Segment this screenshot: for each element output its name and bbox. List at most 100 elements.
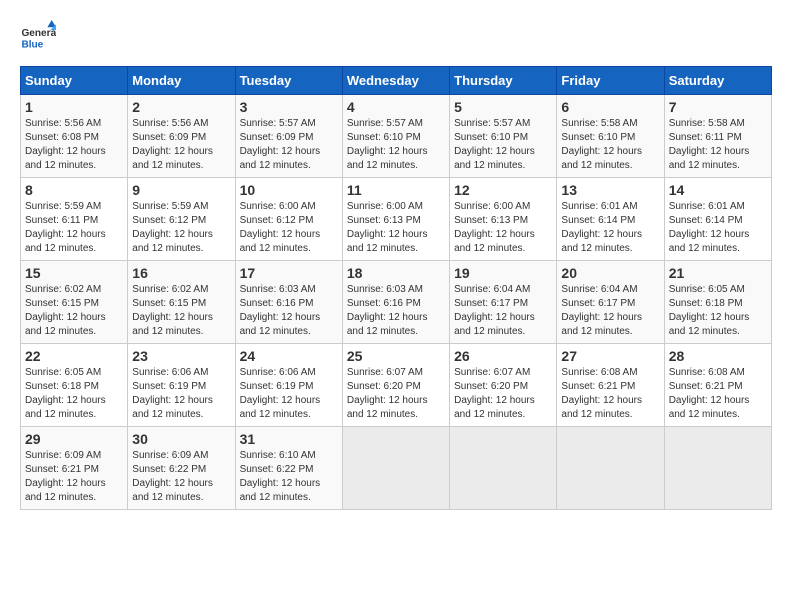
day-info: Sunrise: 6:08 AM Sunset: 6:21 PM Dayligh… — [561, 366, 659, 422]
weekday-header-monday: Monday — [128, 67, 235, 95]
calendar-day-cell: 5 Sunrise: 5:57 AM Sunset: 6:10 PM Daylig… — [450, 95, 557, 178]
day-number: 30 — [132, 431, 230, 447]
day-info: Sunrise: 5:56 AM Sunset: 6:08 PM Dayligh… — [25, 117, 123, 173]
day-number: 3 — [240, 99, 338, 115]
day-info: Sunrise: 5:59 AM Sunset: 6:11 PM Dayligh… — [25, 200, 123, 256]
calendar-day-cell: 28Sunrise: 6:08 AM Sunset: 6:21 PM Dayli… — [664, 344, 771, 427]
weekday-header-wednesday: Wednesday — [342, 67, 449, 95]
calendar-week-row: 8 Sunrise: 5:59 AM Sunset: 6:11 PM Daylig… — [21, 178, 772, 261]
calendar-day-cell: 1 Sunrise: 5:56 AM Sunset: 6:08 PM Daylig… — [21, 95, 128, 178]
calendar-week-row: 1 Sunrise: 5:56 AM Sunset: 6:08 PM Daylig… — [21, 95, 772, 178]
day-info: Sunrise: 6:03 AM Sunset: 6:16 PM Dayligh… — [347, 283, 445, 339]
calendar-day-cell: 6Sunrise: 5:58 AM Sunset: 6:10 PM Daylig… — [557, 95, 664, 178]
day-number: 16 — [132, 265, 230, 281]
calendar-day-cell: 25 Sunrise: 6:07 AM Sunset: 6:20 PM Dayli… — [342, 344, 449, 427]
day-info: Sunrise: 5:56 AM Sunset: 6:09 PM Dayligh… — [132, 117, 230, 173]
calendar-day-cell: 10Sunrise: 6:00 AM Sunset: 6:12 PM Dayli… — [235, 178, 342, 261]
calendar-table: SundayMondayTuesdayWednesdayThursdayFrid… — [20, 66, 772, 510]
svg-text:Blue: Blue — [21, 39, 43, 50]
weekday-header-sunday: Sunday — [21, 67, 128, 95]
day-info: Sunrise: 6:09 AM Sunset: 6:21 PM Dayligh… — [25, 449, 123, 505]
day-number: 10 — [240, 182, 338, 198]
day-info: Sunrise: 6:03 AM Sunset: 6:16 PM Dayligh… — [240, 283, 338, 339]
calendar-week-row: 29 Sunrise: 6:09 AM Sunset: 6:21 PM Dayli… — [21, 427, 772, 510]
calendar-day-cell: 15 Sunrise: 6:02 AM Sunset: 6:15 PM Dayli… — [21, 261, 128, 344]
calendar-day-cell: 7 Sunrise: 5:58 AM Sunset: 6:11 PM Daylig… — [664, 95, 771, 178]
weekday-header-friday: Friday — [557, 67, 664, 95]
calendar-week-row: 22 Sunrise: 6:05 AM Sunset: 6:18 PM Dayli… — [21, 344, 772, 427]
day-info: Sunrise: 5:57 AM Sunset: 6:10 PM Dayligh… — [347, 117, 445, 173]
day-info: Sunrise: 5:58 AM Sunset: 6:11 PM Dayligh… — [669, 117, 767, 173]
day-info: Sunrise: 5:59 AM Sunset: 6:12 PM Dayligh… — [132, 200, 230, 256]
day-info: Sunrise: 6:01 AM Sunset: 6:14 PM Dayligh… — [669, 200, 767, 256]
day-number: 28 — [669, 348, 767, 364]
day-info: Sunrise: 5:57 AM Sunset: 6:09 PM Dayligh… — [240, 117, 338, 173]
calendar-week-row: 15 Sunrise: 6:02 AM Sunset: 6:15 PM Dayli… — [21, 261, 772, 344]
svg-text:General: General — [21, 28, 56, 39]
calendar-day-cell: 18 Sunrise: 6:03 AM Sunset: 6:16 PM Dayli… — [342, 261, 449, 344]
day-info: Sunrise: 6:05 AM Sunset: 6:18 PM Dayligh… — [25, 366, 123, 422]
day-info: Sunrise: 6:09 AM Sunset: 6:22 PM Dayligh… — [132, 449, 230, 505]
day-number: 29 — [25, 431, 123, 447]
calendar-day-cell: 12 Sunrise: 6:00 AM Sunset: 6:13 PM Dayli… — [450, 178, 557, 261]
empty-cell — [557, 427, 664, 510]
day-number: 12 — [454, 182, 552, 198]
calendar-day-cell: 17 Sunrise: 6:03 AM Sunset: 6:16 PM Dayli… — [235, 261, 342, 344]
calendar-day-cell: 24 Sunrise: 6:06 AM Sunset: 6:19 PM Dayli… — [235, 344, 342, 427]
calendar-day-cell: 4 Sunrise: 5:57 AM Sunset: 6:10 PM Daylig… — [342, 95, 449, 178]
calendar-day-cell: 22 Sunrise: 6:05 AM Sunset: 6:18 PM Dayli… — [21, 344, 128, 427]
day-number: 21 — [669, 265, 767, 281]
calendar-day-cell: 21 Sunrise: 6:05 AM Sunset: 6:18 PM Dayli… — [664, 261, 771, 344]
calendar-day-cell: 11 Sunrise: 6:00 AM Sunset: 6:13 PM Dayli… — [342, 178, 449, 261]
weekday-header-row: SundayMondayTuesdayWednesdayThursdayFrid… — [21, 67, 772, 95]
day-info: Sunrise: 6:02 AM Sunset: 6:15 PM Dayligh… — [25, 283, 123, 339]
day-number: 18 — [347, 265, 445, 281]
day-info: Sunrise: 6:07 AM Sunset: 6:20 PM Dayligh… — [347, 366, 445, 422]
day-number: 4 — [347, 99, 445, 115]
day-number: 27 — [561, 348, 659, 364]
day-number: 20 — [561, 265, 659, 281]
day-number: 2 — [132, 99, 230, 115]
day-info: Sunrise: 5:58 AM Sunset: 6:10 PM Dayligh… — [561, 117, 659, 173]
day-info: Sunrise: 6:04 AM Sunset: 6:17 PM Dayligh… — [561, 283, 659, 339]
day-number: 15 — [25, 265, 123, 281]
day-number: 7 — [669, 99, 767, 115]
day-info: Sunrise: 6:05 AM Sunset: 6:18 PM Dayligh… — [669, 283, 767, 339]
calendar-day-cell: 14Sunrise: 6:01 AM Sunset: 6:14 PM Dayli… — [664, 178, 771, 261]
calendar-day-cell: 9 Sunrise: 5:59 AM Sunset: 6:12 PM Daylig… — [128, 178, 235, 261]
day-number: 22 — [25, 348, 123, 364]
day-number: 17 — [240, 265, 338, 281]
calendar-day-cell: 27 Sunrise: 6:08 AM Sunset: 6:21 PM Dayli… — [557, 344, 664, 427]
day-info: Sunrise: 6:00 AM Sunset: 6:13 PM Dayligh… — [454, 200, 552, 256]
day-number: 25 — [347, 348, 445, 364]
day-info: Sunrise: 6:00 AM Sunset: 6:13 PM Dayligh… — [347, 200, 445, 256]
empty-cell — [342, 427, 449, 510]
calendar-day-cell: 26 Sunrise: 6:07 AM Sunset: 6:20 PM Dayli… — [450, 344, 557, 427]
day-number: 9 — [132, 182, 230, 198]
calendar-day-cell: 16 Sunrise: 6:02 AM Sunset: 6:15 PM Dayli… — [128, 261, 235, 344]
weekday-header-thursday: Thursday — [450, 67, 557, 95]
day-number: 26 — [454, 348, 552, 364]
calendar-day-cell: 30 Sunrise: 6:09 AM Sunset: 6:22 PM Dayli… — [128, 427, 235, 510]
header: General Blue — [20, 20, 772, 56]
calendar-day-cell: 23Sunrise: 6:06 AM Sunset: 6:19 PM Dayli… — [128, 344, 235, 427]
calendar-day-cell: 19Sunrise: 6:04 AM Sunset: 6:17 PM Dayli… — [450, 261, 557, 344]
day-info: Sunrise: 6:01 AM Sunset: 6:14 PM Dayligh… — [561, 200, 659, 256]
day-number: 13 — [561, 182, 659, 198]
day-number: 11 — [347, 182, 445, 198]
day-info: Sunrise: 6:07 AM Sunset: 6:20 PM Dayligh… — [454, 366, 552, 422]
calendar-day-cell: 8 Sunrise: 5:59 AM Sunset: 6:11 PM Daylig… — [21, 178, 128, 261]
day-number: 1 — [25, 99, 123, 115]
day-info: Sunrise: 5:57 AM Sunset: 6:10 PM Dayligh… — [454, 117, 552, 173]
day-info: Sunrise: 6:06 AM Sunset: 6:19 PM Dayligh… — [240, 366, 338, 422]
day-number: 24 — [240, 348, 338, 364]
empty-cell — [664, 427, 771, 510]
day-info: Sunrise: 6:02 AM Sunset: 6:15 PM Dayligh… — [132, 283, 230, 339]
day-number: 8 — [25, 182, 123, 198]
day-number: 5 — [454, 99, 552, 115]
day-info: Sunrise: 6:04 AM Sunset: 6:17 PM Dayligh… — [454, 283, 552, 339]
weekday-header-saturday: Saturday — [664, 67, 771, 95]
weekday-header-tuesday: Tuesday — [235, 67, 342, 95]
calendar-day-cell: 13 Sunrise: 6:01 AM Sunset: 6:14 PM Dayli… — [557, 178, 664, 261]
day-number: 23 — [132, 348, 230, 364]
